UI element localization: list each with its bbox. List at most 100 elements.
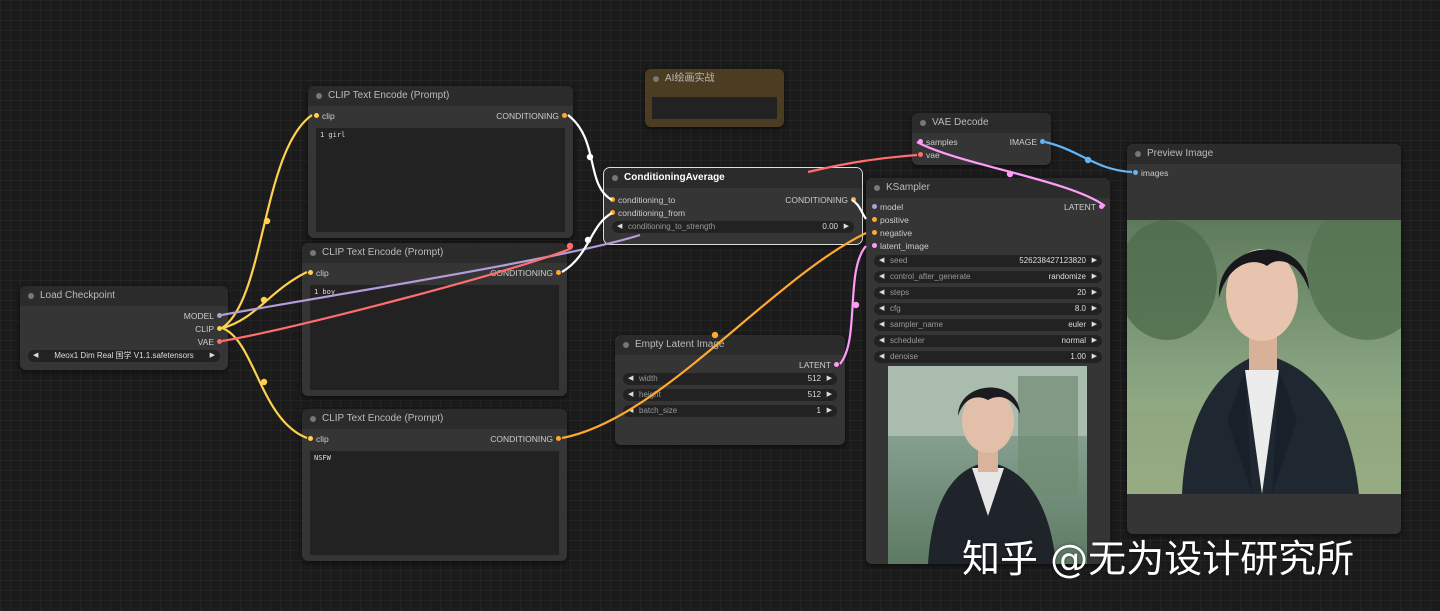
output-conditioning[interactable]: CONDITIONING: [490, 267, 561, 279]
arrow-left-icon[interactable]: ◀: [628, 373, 633, 385]
arrow-left-icon[interactable]: ◀: [879, 271, 884, 283]
arrow-right-icon[interactable]: ▶: [1092, 255, 1097, 267]
arrow-left-icon[interactable]: ◀: [33, 350, 38, 362]
arrow-right-icon[interactable]: ▶: [827, 389, 832, 401]
link-vaedecode-to-preview: [1044, 140, 1133, 174]
height-widget[interactable]: ◀ height 512 ▶: [623, 389, 837, 401]
input-clip[interactable]: clip: [314, 110, 335, 122]
arrow-left-icon[interactable]: ◀: [628, 389, 633, 401]
input-latent-image[interactable]: latent_image: [872, 240, 929, 252]
input-vae[interactable]: vae: [918, 149, 940, 161]
batch-size-value: 1: [816, 406, 821, 415]
clip-encode-2-title[interactable]: CLIP Text Encode (Prompt): [302, 243, 567, 263]
clip-text-encode-node-2[interactable]: CLIP Text Encode (Prompt) clip CONDITION…: [302, 243, 567, 396]
load-checkpoint-node[interactable]: Load Checkpoint MODEL CLIP VAE ◀ Meox1 D…: [20, 286, 228, 370]
scheduler-label: scheduler: [890, 336, 925, 345]
strength-slider[interactable]: ◀ conditioning_to_strength 0.00 ▶: [612, 221, 854, 233]
arrow-left-icon[interactable]: ◀: [879, 255, 884, 267]
output-conditioning-label: CONDITIONING: [490, 268, 553, 278]
clip-text-encode-node-1[interactable]: CLIP Text Encode (Prompt) clip CONDITION…: [308, 86, 573, 238]
arrow-right-icon[interactable]: ▶: [1092, 351, 1097, 363]
input-model[interactable]: model: [872, 201, 903, 213]
arrow-left-icon[interactable]: ◀: [879, 303, 884, 315]
clip-encode-1-title[interactable]: CLIP Text Encode (Prompt): [308, 86, 573, 106]
empty-latent-image-node[interactable]: Empty Latent Image LATENT ◀ width 512 ▶ …: [615, 335, 845, 445]
arrow-left-icon[interactable]: ◀: [879, 287, 884, 299]
output-conditioning[interactable]: CONDITIONING: [785, 194, 856, 206]
sampler-name-widget[interactable]: ◀ sampler_name euler ▶: [874, 319, 1102, 331]
arrow-left-icon[interactable]: ◀: [879, 335, 884, 347]
height-label: height: [639, 390, 661, 399]
arrow-right-icon[interactable]: ▶: [827, 405, 832, 417]
output-conditioning-label: CONDITIONING: [785, 195, 848, 205]
input-clip[interactable]: clip: [308, 433, 329, 445]
input-negative[interactable]: negative: [872, 227, 912, 239]
arrow-right-icon[interactable]: ▶: [1092, 303, 1097, 315]
watermark-text: 知乎 @无为设计研究所: [962, 537, 1355, 581]
output-latent[interactable]: LATENT: [1064, 201, 1104, 213]
output-vae[interactable]: VAE: [198, 336, 222, 348]
height-value: 512: [807, 390, 821, 399]
seed-widget[interactable]: ◀ seed 526238427123820 ▶: [874, 255, 1102, 267]
scheduler-widget[interactable]: ◀ scheduler normal ▶: [874, 335, 1102, 347]
arrow-right-icon[interactable]: ▶: [844, 221, 849, 233]
cfg-value: 8.0: [1074, 304, 1086, 313]
ksampler-node[interactable]: KSampler model positive negative latent_…: [866, 178, 1110, 564]
steps-label: steps: [890, 288, 910, 297]
ksampler-title[interactable]: KSampler: [866, 178, 1110, 198]
output-model[interactable]: MODEL: [184, 310, 222, 322]
arrow-left-icon[interactable]: ◀: [879, 319, 884, 331]
arrow-right-icon[interactable]: ▶: [1092, 319, 1097, 331]
vae-decode-node[interactable]: VAE Decode samples vae IMAGE: [912, 113, 1051, 165]
preview-image-title[interactable]: Preview Image: [1127, 144, 1401, 164]
arrow-right-icon[interactable]: ▶: [210, 350, 215, 362]
link-clip-to-encode3: [221, 326, 308, 440]
control-after-generate-widget[interactable]: ◀ control_after_generate randomize ▶: [874, 271, 1102, 283]
control-after-generate-value: randomize: [1048, 272, 1086, 281]
empty-latent-title[interactable]: Empty Latent Image: [615, 335, 845, 355]
prompt-textarea[interactable]: NSFW: [310, 451, 559, 555]
arrow-right-icon[interactable]: ▶: [1092, 287, 1097, 299]
arrow-left-icon[interactable]: ◀: [617, 221, 622, 233]
arrow-right-icon[interactable]: ▶: [1092, 271, 1097, 283]
arrow-left-icon[interactable]: ◀: [628, 405, 633, 417]
group-body: [652, 97, 777, 119]
batch-size-widget[interactable]: ◀ batch_size 1 ▶: [623, 405, 837, 417]
output-conditioning[interactable]: CONDITIONING: [490, 433, 561, 445]
input-positive-label: positive: [880, 215, 909, 225]
clip-text-encode-node-3[interactable]: CLIP Text Encode (Prompt) clip CONDITION…: [302, 409, 567, 561]
prompt-textarea[interactable]: 1 boy: [310, 285, 559, 390]
input-conditioning-to[interactable]: conditioning_to: [610, 194, 675, 206]
denoise-widget[interactable]: ◀ denoise 1.00 ▶: [874, 351, 1102, 363]
cfg-widget[interactable]: ◀ cfg 8.0 ▶: [874, 303, 1102, 315]
input-samples[interactable]: samples: [918, 136, 958, 148]
input-positive[interactable]: positive: [872, 214, 909, 226]
prompt-textarea[interactable]: 1 girl: [316, 128, 565, 232]
steps-widget[interactable]: ◀ steps 20 ▶: [874, 287, 1102, 299]
arrow-right-icon[interactable]: ▶: [1092, 335, 1097, 347]
conditioning-average-node[interactable]: ConditioningAverage conditioning_to cond…: [603, 167, 863, 245]
input-images[interactable]: images: [1133, 167, 1168, 179]
control-after-generate-label: control_after_generate: [890, 272, 971, 281]
output-clip[interactable]: CLIP: [195, 323, 222, 335]
clip-encode-3-title[interactable]: CLIP Text Encode (Prompt): [302, 409, 567, 429]
output-conditioning[interactable]: CONDITIONING: [496, 110, 567, 122]
input-conditioning-to-label: conditioning_to: [618, 195, 676, 205]
condavg-title[interactable]: ConditioningAverage: [604, 168, 862, 188]
arrow-left-icon[interactable]: ◀: [879, 351, 884, 363]
input-clip-label: clip: [316, 268, 329, 278]
load-checkpoint-title[interactable]: Load Checkpoint: [20, 286, 228, 306]
vae-decode-title[interactable]: VAE Decode: [912, 113, 1051, 133]
input-clip[interactable]: clip: [308, 267, 329, 279]
output-clip-label: CLIP: [195, 324, 214, 334]
arrow-right-icon[interactable]: ▶: [827, 373, 832, 385]
link-clip-to-encode2: [221, 271, 308, 330]
output-latent[interactable]: LATENT: [799, 359, 839, 371]
group-title[interactable]: AI绘画实战: [645, 69, 784, 89]
ckpt-name-combo[interactable]: ◀ Meox1 Dim Real 国学 V1.1.safetensors ▶: [28, 350, 220, 362]
group-node[interactable]: AI绘画实战: [645, 69, 784, 127]
width-widget[interactable]: ◀ width 512 ▶: [623, 373, 837, 385]
output-image[interactable]: IMAGE: [1010, 136, 1045, 148]
preview-image-node[interactable]: Preview Image images: [1127, 144, 1401, 534]
input-conditioning-from[interactable]: conditioning_from: [610, 207, 685, 219]
